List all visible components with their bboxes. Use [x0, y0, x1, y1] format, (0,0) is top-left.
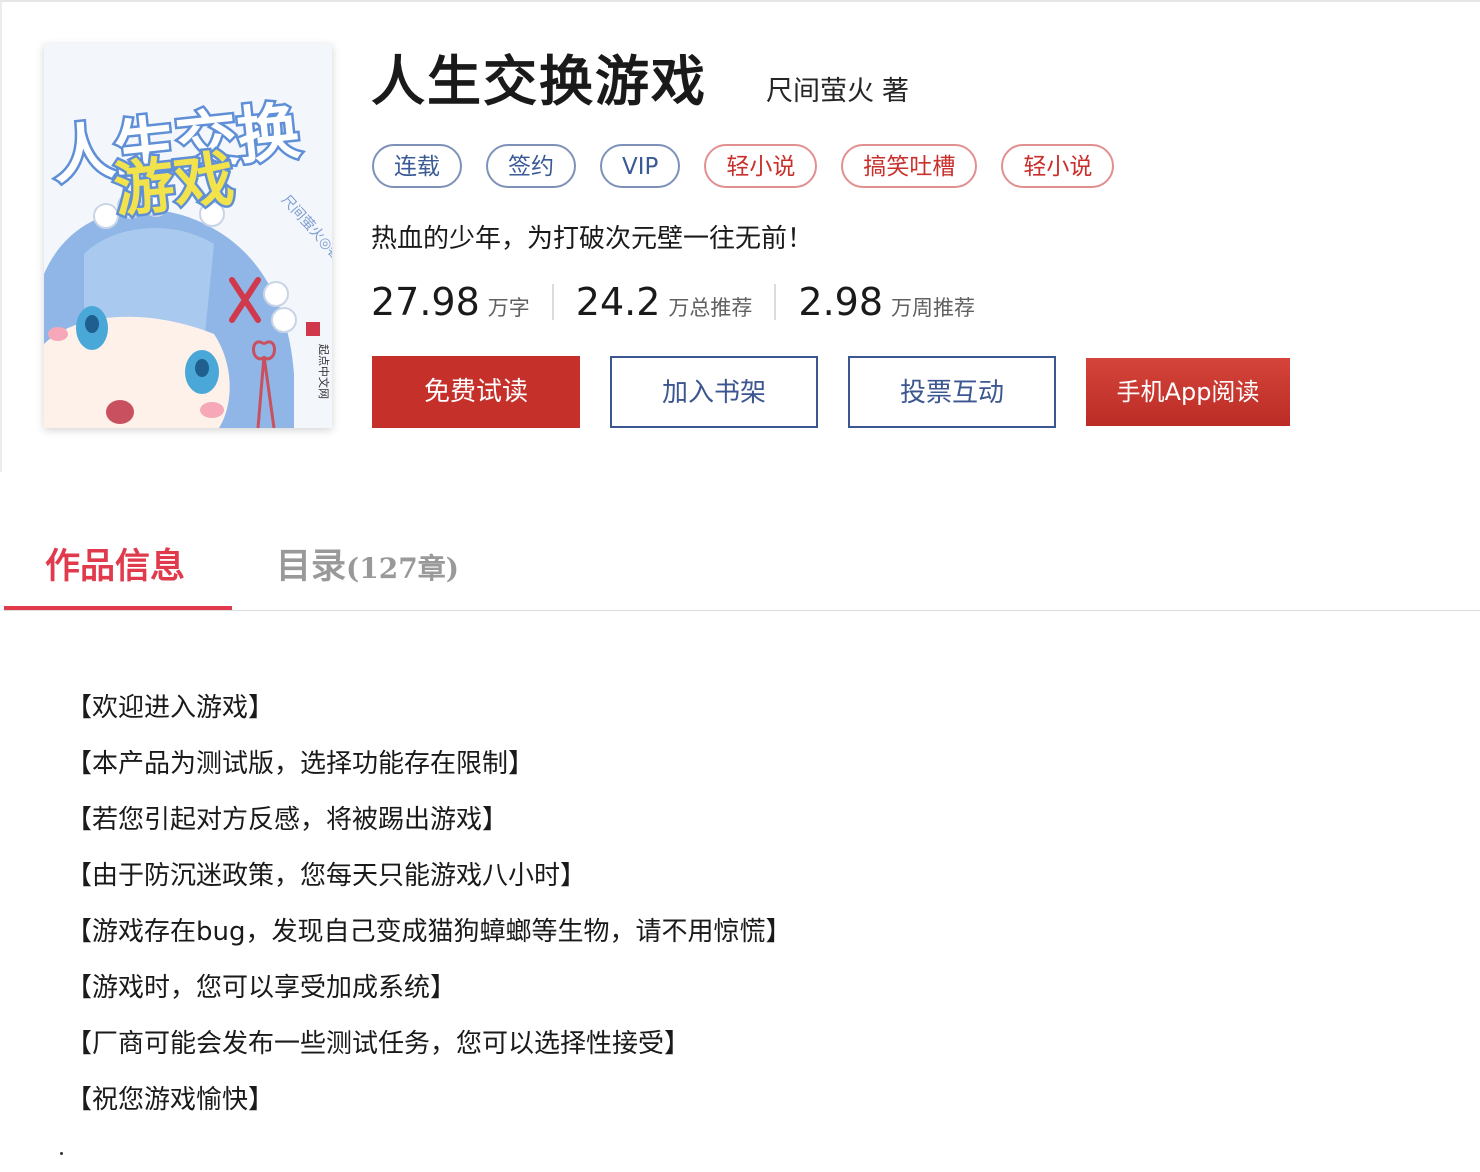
tabs-divider	[4, 610, 1480, 611]
book-author[interactable]: 尺间萤火著	[766, 74, 909, 110]
stat-divider	[551, 284, 554, 320]
stat-value: 24.2	[575, 280, 661, 324]
description-line: 【厂商可能会发布一些测试任务，您可以选择性接受】	[66, 1029, 691, 1059]
tag-genre[interactable]: 轻小说	[1001, 144, 1115, 188]
tag-list: 连载 签约 VIP 轻小说 搞笑吐槽 轻小说	[372, 144, 1115, 188]
stat-divider	[774, 284, 777, 320]
book-description: 【欢迎进入游戏】 【本产品为测试版，选择功能存在限制】 【若您引起对方反感，将被…	[66, 680, 792, 1128]
tab-book-info[interactable]: 作品信息	[45, 542, 185, 592]
tag-subcategory[interactable]: 搞笑吐槽	[841, 144, 978, 188]
tag-status[interactable]: 连载	[372, 144, 462, 188]
left-divider	[0, 2, 2, 472]
tag-vip[interactable]: VIP	[600, 144, 681, 188]
description-line: 【祝您游戏愉快】	[66, 1085, 275, 1115]
tag-signed[interactable]: 签约	[486, 144, 576, 188]
stat-word-count: 27.98 万字	[371, 278, 530, 326]
stat-weekly-recommend: 2.98 万周推荐	[798, 278, 975, 326]
trailing-dot	[60, 1152, 63, 1155]
svg-text:起点中文网: 起点中文网	[317, 344, 331, 399]
tag-category[interactable]: 轻小说	[704, 144, 818, 188]
stat-unit: 万字	[487, 296, 530, 320]
author-suffix: 著	[882, 76, 909, 107]
book-stats: 27.98 万字 24.2 万总推荐 2.98 万周推荐	[371, 278, 975, 326]
tab-catalog-count: (127章)	[346, 552, 459, 585]
svg-text:游戏: 游戏	[111, 144, 238, 226]
add-to-shelf-button[interactable]: 加入书架	[610, 356, 818, 428]
book-cover[interactable]: 人生交换 游戏 尺间萤火◎著 起点中文网	[44, 44, 332, 428]
book-intro: 热血的少年，为打破次元壁一往无前！	[371, 224, 814, 254]
tab-catalog-label: 目录	[276, 546, 347, 587]
tab-catalog[interactable]: 目录(127章)	[276, 542, 459, 594]
vote-button[interactable]: 投票互动	[848, 356, 1056, 428]
book-title: 人生交换游戏	[371, 50, 707, 113]
description-line: 【游戏时，您可以享受加成系统】	[66, 973, 457, 1003]
stat-value: 2.98	[798, 280, 884, 324]
author-name[interactable]: 尺间萤火	[766, 76, 874, 107]
book-detail-page: 人生交换 游戏 尺间萤火◎著 起点中文网 人生交换游戏 尺间萤火著 连载 签约 …	[0, 0, 1480, 1172]
description-line: 【由于防沉迷政策，您每天只能游戏八小时】	[66, 861, 587, 891]
stat-value: 27.98	[371, 280, 480, 324]
description-line: 【本产品为测试版，选择功能存在限制】	[66, 749, 535, 779]
description-line: 【欢迎进入游戏】	[66, 693, 275, 723]
app-read-button[interactable]: 手机App阅读	[1086, 358, 1290, 426]
description-line: 【若您引起对方反感，将被踢出游戏】	[66, 805, 509, 835]
free-read-button[interactable]: 免费试读	[372, 356, 580, 428]
stat-total-recommend: 24.2 万总推荐	[576, 278, 753, 326]
active-tab-indicator	[4, 606, 232, 610]
description-line: 【游戏存在bug，发现自己变成猫狗蟑螂等生物，请不用惊慌】	[66, 917, 792, 947]
stat-unit: 万总推荐	[668, 296, 753, 320]
stat-unit: 万周推荐	[891, 296, 976, 320]
